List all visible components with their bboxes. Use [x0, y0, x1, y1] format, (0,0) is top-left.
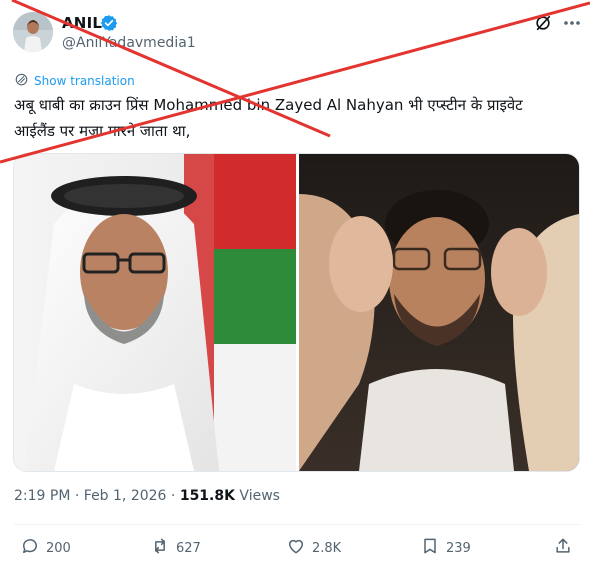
reply-count: 200 — [46, 540, 71, 556]
reply-button[interactable]: 200 — [20, 536, 71, 560]
tweet-text: अबू धाबी का क्राउन प्रिंस Mohammed bin Z… — [14, 92, 584, 144]
share-icon — [553, 536, 573, 560]
meta-separator-2: · — [166, 488, 180, 504]
tweet-text-line-1: अबू धाबी का क्राउन प्रिंस Mohammed bin Z… — [14, 96, 523, 114]
media-image-left[interactable] — [14, 154, 296, 471]
media-image-right[interactable] — [299, 154, 579, 471]
actions-divider — [14, 524, 580, 525]
tweet-media — [13, 153, 580, 472]
like-button[interactable]: 2.8K — [286, 536, 341, 560]
tweet-time[interactable]: 2:19 PM — [14, 488, 70, 504]
heart-icon — [286, 536, 306, 560]
bookmark-button[interactable]: 239 — [420, 536, 471, 560]
like-count: 2.8K — [312, 540, 342, 556]
views-count: 151.8K — [179, 488, 235, 504]
bookmark-icon — [420, 536, 440, 560]
display-name[interactable]: ANIL — [62, 14, 102, 32]
reply-icon — [20, 536, 40, 560]
avatar[interactable] — [13, 12, 53, 52]
repost-button[interactable]: 627 — [150, 536, 201, 560]
tweet-date[interactable]: Feb 1, 2026 — [84, 488, 167, 504]
tweet-metadata: 2:19 PM · Feb 1, 2026 · 151.8K Views — [14, 488, 280, 504]
repost-icon — [150, 536, 170, 560]
tweet-actions: 200 627 2.8K 239 — [0, 536, 590, 564]
repost-count: 627 — [176, 540, 201, 556]
tweet-text-line-2: आईलैंड पर मज़ा मारने जाता था, — [14, 122, 191, 140]
more-options-icon[interactable] — [562, 14, 582, 32]
show-translation-label: Show translation — [34, 74, 135, 88]
user-handle[interactable]: @AnilYadavmedia1 — [62, 35, 196, 51]
tweet-card: ANIL @AnilYadavmedia1 Show translation अ… — [0, 0, 590, 569]
bookmark-count: 239 — [446, 540, 471, 556]
views-label: Views — [234, 488, 280, 504]
grok-icon[interactable] — [534, 14, 552, 32]
share-button[interactable] — [553, 536, 573, 560]
verified-badge-icon — [100, 14, 118, 32]
globe-icon — [14, 72, 29, 90]
show-translation-link[interactable]: Show translation — [14, 72, 135, 90]
meta-separator: · — [70, 488, 84, 504]
